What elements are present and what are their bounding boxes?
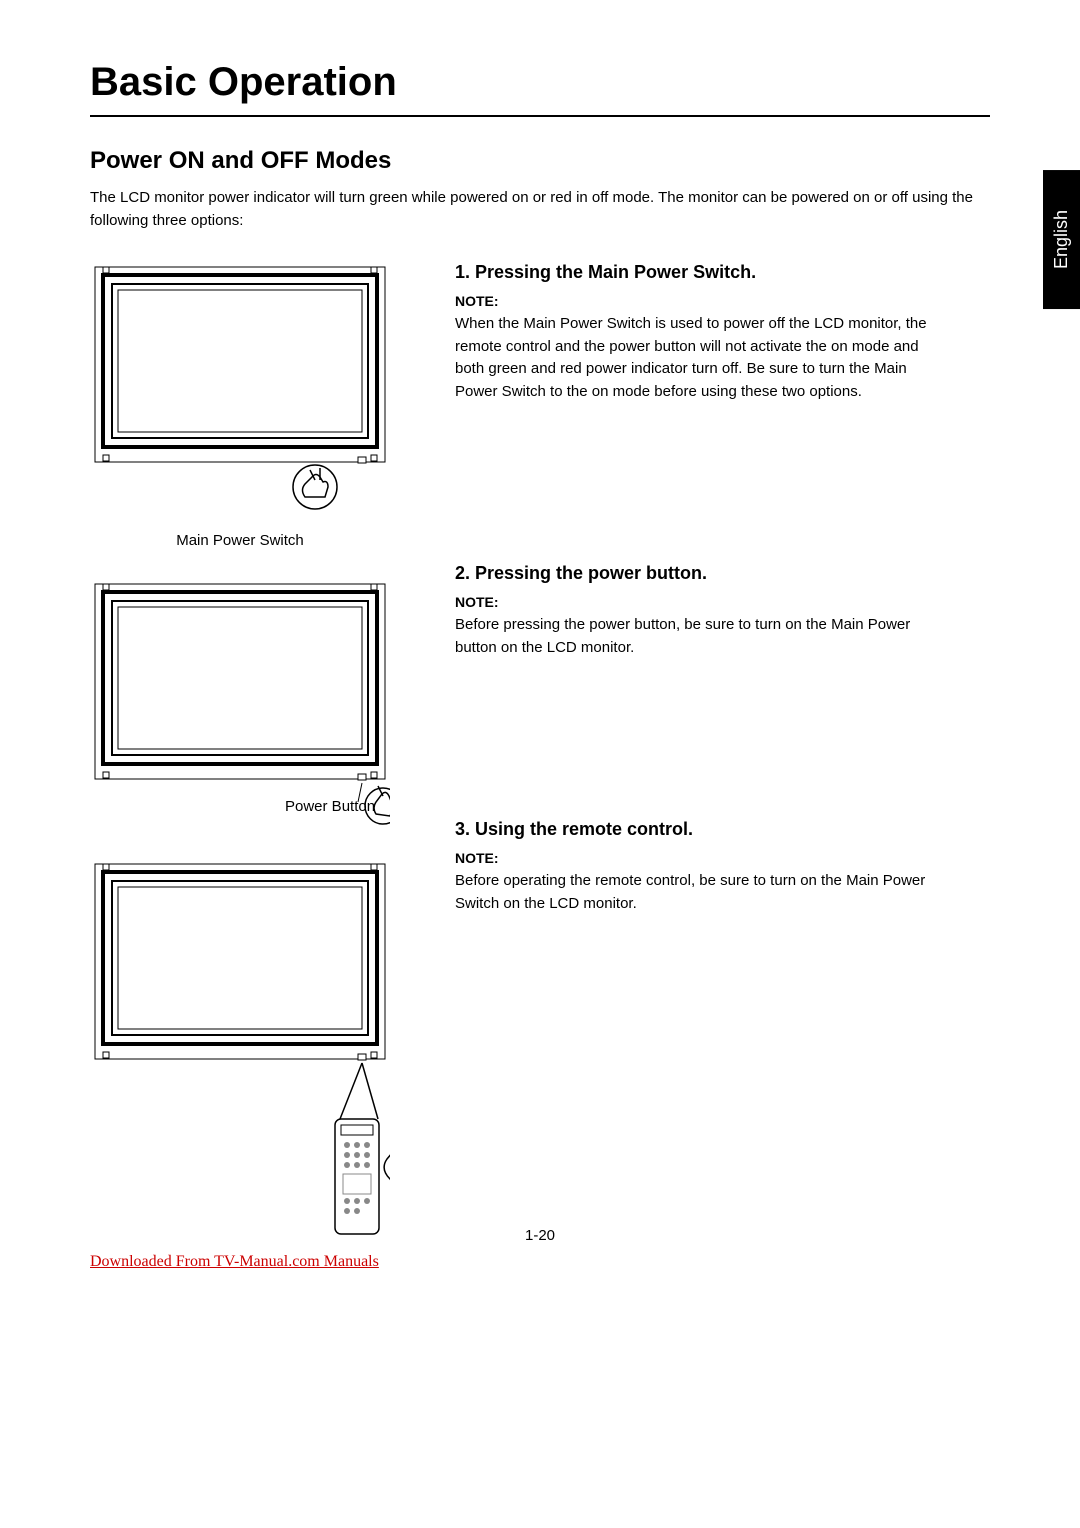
step-2-note-text: Before pressing the power button, be sur… bbox=[455, 614, 940, 659]
step-2-note-label: NOTE: bbox=[455, 594, 940, 610]
step-2: 2. Pressing the power button. NOTE: Befo… bbox=[455, 563, 940, 659]
step-1-note-label: NOTE: bbox=[455, 293, 940, 309]
two-column-layout: Main Power Switch Power Button bbox=[90, 262, 990, 1269]
step-2-heading: 2. Pressing the power button. bbox=[455, 563, 940, 584]
figure-caption-main-power: Main Power Switch bbox=[90, 532, 390, 549]
manual-page: Basic Operation English Power ON and OFF… bbox=[0, 0, 1080, 1309]
figures-column: Main Power Switch Power Button bbox=[90, 262, 390, 1269]
steps-column: 1. Pressing the Main Power Switch. NOTE:… bbox=[455, 262, 990, 1269]
step-3: 3. Using the remote control. NOTE: Befor… bbox=[455, 819, 940, 915]
title-divider bbox=[90, 115, 990, 117]
step-1-heading: 1. Pressing the Main Power Switch. bbox=[455, 262, 940, 283]
figure-main-power-switch: Main Power Switch bbox=[90, 262, 390, 549]
section-heading: Power ON and OFF Modes bbox=[90, 147, 990, 175]
page-title: Basic Operation bbox=[90, 60, 990, 105]
monitor-remote-icon bbox=[90, 859, 390, 1239]
monitor-power-button-icon: Power Button bbox=[90, 579, 390, 829]
step-1: 1. Pressing the Main Power Switch. NOTE:… bbox=[455, 262, 940, 403]
step-3-note-text: Before operating the remote control, be … bbox=[455, 870, 940, 915]
step-1-note-text: When the Main Power Switch is used to po… bbox=[455, 313, 940, 403]
step-3-heading: 3. Using the remote control. bbox=[455, 819, 940, 840]
download-source-link[interactable]: Downloaded From TV-Manual.com Manuals bbox=[90, 1253, 379, 1271]
step-3-note-label: NOTE: bbox=[455, 850, 940, 866]
intro-text: The LCD monitor power indicator will tur… bbox=[90, 187, 990, 232]
figure-power-button: Power Button bbox=[90, 579, 390, 829]
page-number: 1-20 bbox=[0, 1227, 1080, 1244]
monitor-main-power-icon bbox=[90, 262, 390, 532]
language-tab: English bbox=[1043, 170, 1080, 309]
figure-remote-control bbox=[90, 859, 390, 1239]
figure-caption-power-button-text: Power Button bbox=[285, 798, 375, 815]
